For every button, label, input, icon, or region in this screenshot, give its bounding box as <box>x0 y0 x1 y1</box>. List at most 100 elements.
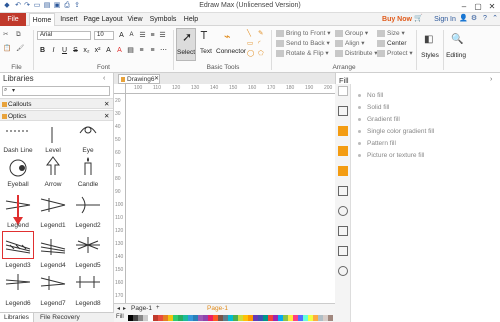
fill-option-solid[interactable]: Solid fill <box>358 102 498 114</box>
next-page-icon[interactable]: ▸ <box>123 305 126 312</box>
settings-icon[interactable]: ⚙ <box>470 15 478 23</box>
shape-legend4[interactable] <box>39 235 67 255</box>
shape-legend2[interactable] <box>74 195 102 215</box>
navigation-icon[interactable] <box>338 206 348 216</box>
user-icon[interactable]: 👤 <box>459 15 468 23</box>
shape-level[interactable] <box>38 125 66 145</box>
highlight-icon[interactable]: A <box>115 46 124 55</box>
distribute-button[interactable]: Distribute ▾ <box>335 49 378 58</box>
format-painter-icon[interactable]: 🖌 <box>16 44 24 53</box>
active-page-tab[interactable]: Page-1 <box>207 305 228 312</box>
tab-view[interactable]: View <box>125 13 145 26</box>
buy-now-link[interactable]: Buy Now <box>382 13 412 26</box>
close-button[interactable]: ✕ <box>485 1 499 12</box>
image-icon[interactable] <box>338 146 348 156</box>
help-icon[interactable] <box>338 266 348 276</box>
tab-page-layout[interactable]: Page Layout <box>83 13 123 26</box>
arc-tool-icon[interactable]: ◜ <box>258 39 261 48</box>
drawing-canvas[interactable] <box>126 94 335 303</box>
connector-tool-button[interactable]: ⌁ Connector <box>216 28 246 61</box>
tab-file-recovery[interactable]: File Recovery <box>36 313 84 322</box>
shape-legend8[interactable] <box>74 272 102 292</box>
polygon-tool-icon[interactable]: ⬠ <box>258 49 264 58</box>
underline-icon[interactable]: U <box>60 46 69 55</box>
prev-page-icon[interactable]: ◂ <box>117 305 120 312</box>
shape-eyeball[interactable] <box>4 158 32 178</box>
ellipse-tool-icon[interactable]: ◯ <box>247 49 254 58</box>
fill-tool-icon[interactable] <box>338 86 348 96</box>
color-swatch[interactable] <box>328 315 333 321</box>
sign-in-link[interactable]: Sign In <box>432 13 458 26</box>
line-tool-icon[interactable]: ╲ <box>247 29 251 38</box>
shape-legend3[interactable] <box>4 235 32 255</box>
rotate-flip-button[interactable]: Rotate & Flip ▾ <box>276 49 329 58</box>
text-tool-button[interactable]: Ꭲ Text <box>197 28 215 61</box>
group-button[interactable]: Group ▾ <box>335 29 368 38</box>
shape-dash-line[interactable] <box>4 125 32 145</box>
pen-tool-icon[interactable]: ✎ <box>258 29 263 38</box>
document-tab[interactable]: Drawing6 ✕ <box>118 74 160 84</box>
select-tool-button[interactable]: ➚ Select <box>176 28 196 61</box>
data-icon[interactable] <box>338 226 348 236</box>
align-center-icon[interactable]: ≡ <box>137 46 146 55</box>
bullets-icon[interactable]: ☰ <box>138 31 147 40</box>
tab-symbols[interactable]: Symbols <box>147 13 179 26</box>
subscript-icon[interactable]: x₂ <box>82 46 91 55</box>
grid-icon[interactable] <box>338 186 348 196</box>
increase-font-icon[interactable]: A <box>117 31 126 40</box>
category-callouts[interactable]: Callouts ✕ <box>0 98 113 109</box>
tab-libraries[interactable]: Libraries <box>0 313 34 322</box>
minimize-button[interactable]: – <box>457 1 471 12</box>
close-category-icon[interactable]: ✕ <box>104 111 109 122</box>
decrease-font-icon[interactable]: A <box>127 31 136 40</box>
italic-icon[interactable]: I <box>49 46 58 55</box>
shape-legend1[interactable] <box>39 195 67 215</box>
rectangle-tool-icon[interactable]: ▭ <box>247 39 253 48</box>
line-tool-icon[interactable] <box>338 106 348 116</box>
cut-icon[interactable]: ✂ <box>3 30 8 39</box>
copy-icon[interactable]: ⧉ <box>16 30 21 39</box>
fill-option-pattern[interactable]: Pattern fill <box>358 138 498 150</box>
cart-icon[interactable]: 🛒 <box>414 15 423 23</box>
numbering-icon[interactable]: ≡ <box>148 31 157 40</box>
dropdown-icon[interactable]: ▾ <box>12 87 15 94</box>
shape-legend6[interactable] <box>4 272 32 292</box>
color-swatches[interactable] <box>128 315 333 321</box>
page-tab[interactable]: Page-1 <box>131 305 152 312</box>
bold-icon[interactable]: B <box>38 46 47 55</box>
layer-icon[interactable] <box>338 166 348 176</box>
shape-legend7[interactable] <box>39 272 67 292</box>
tab-insert[interactable]: Insert <box>57 13 81 26</box>
comment-icon[interactable] <box>338 246 348 256</box>
tab-help[interactable]: Help <box>181 13 201 26</box>
fill-option-no-fill[interactable]: No fill <box>358 90 498 102</box>
center-button[interactable]: Center <box>377 39 407 48</box>
align-text-icon[interactable]: ☰ <box>158 31 167 40</box>
add-page-icon[interactable]: + <box>156 305 160 311</box>
shape-eye[interactable] <box>74 123 102 143</box>
shape-arrow[interactable] <box>39 155 67 175</box>
maximize-button[interactable]: ▢ <box>471 1 485 12</box>
close-category-icon[interactable]: ✕ <box>104 99 109 110</box>
close-tab-icon[interactable]: ✕ <box>154 75 159 84</box>
minimize-ribbon-icon[interactable]: ⌃ <box>491 15 499 23</box>
editing-button[interactable]: 🔍 Editing <box>445 28 467 62</box>
shape-legend5[interactable] <box>74 235 102 255</box>
styles-button[interactable]: ◧ Styles <box>419 28 441 62</box>
tab-file[interactable]: File <box>0 13 26 26</box>
tab-home[interactable]: Home <box>29 13 55 26</box>
collapse-icon[interactable]: ‹ <box>103 75 105 82</box>
strikethrough-icon[interactable]: S <box>71 46 80 55</box>
fill-option-gradient[interactable]: Gradient fill <box>358 114 498 126</box>
fill-option-picture[interactable]: Picture or texture fill <box>358 150 498 162</box>
size-button[interactable]: Size ▾ <box>377 29 405 38</box>
collapse-panel-icon[interactable]: › <box>490 76 492 83</box>
fill-option-single-gradient[interactable]: Single color gradient fill <box>358 126 498 138</box>
protect-button[interactable]: Protect ▾ <box>377 49 413 58</box>
font-color-icon[interactable]: A <box>104 46 113 55</box>
font-name-select[interactable]: Arial <box>37 31 91 40</box>
align-button[interactable]: Align ▾ <box>335 39 365 48</box>
align-left-icon[interactable]: ≡ <box>148 46 157 55</box>
shadow-icon[interactable] <box>338 126 348 136</box>
category-optics[interactable]: Optics ✕ <box>0 110 113 121</box>
